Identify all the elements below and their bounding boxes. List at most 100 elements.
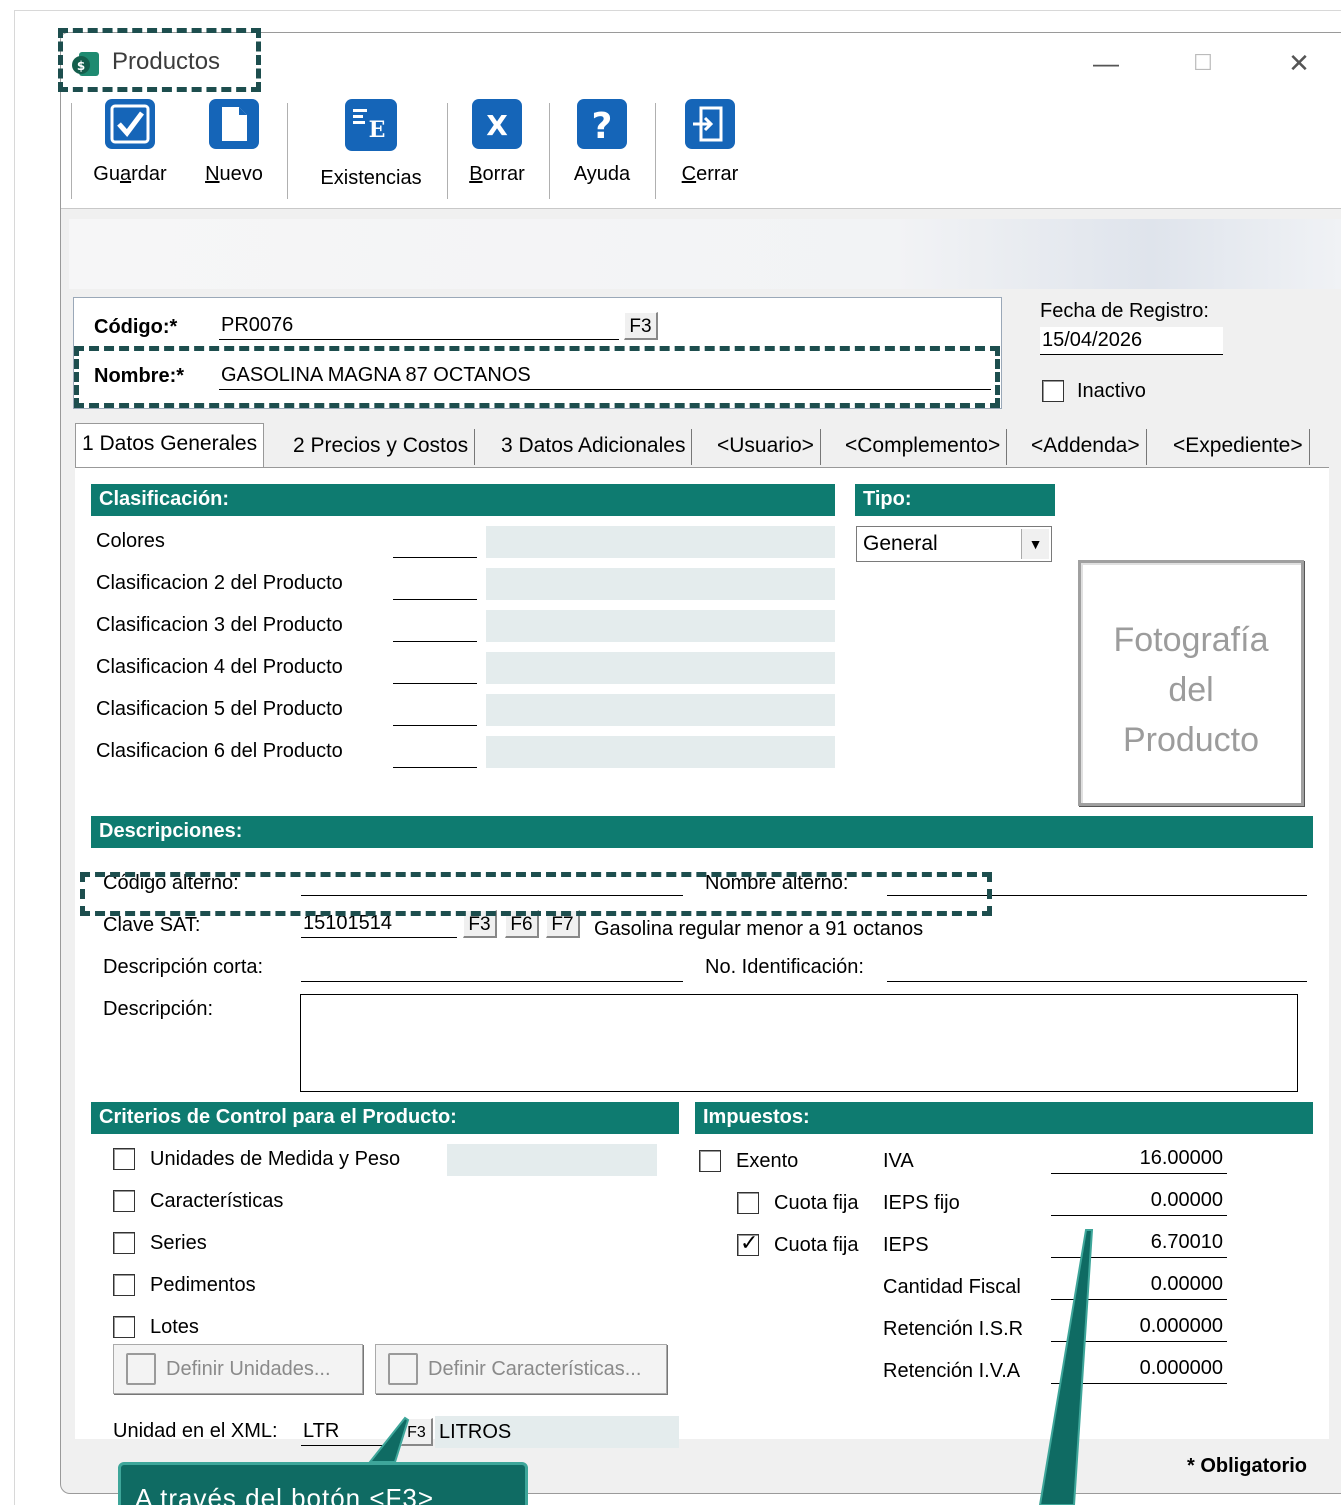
codigo-input[interactable]: PR0076 [219, 312, 619, 340]
productos-window: $ Productos — ☐ ✕ Guardar Nuevo E Existe… [60, 32, 1341, 1494]
obligatorio-note: * Obligatorio [1187, 1455, 1307, 1477]
clasificacion-label-4: Clasificacion 4 del Producto [96, 656, 343, 678]
clasificacion-label-1: Colores [96, 530, 165, 552]
codigo-label: Código:* [94, 316, 178, 338]
tipo-select[interactable]: General ▼ [856, 526, 1052, 562]
unidad-xml-description: LITROS [435, 1416, 679, 1448]
definir-unidades-button[interactable]: Definir Unidades... [113, 1344, 363, 1394]
clasificacion-input-3[interactable] [393, 610, 477, 642]
clasificacion-input-1[interactable] [393, 526, 477, 558]
cerrar-button[interactable]: Cerrar [665, 93, 755, 189]
clave-sat-input[interactable]: 15101514 [301, 910, 457, 938]
clave-sat-f3-button[interactable]: F3 [463, 910, 497, 938]
tab-usuario[interactable]: <Usuario> [711, 429, 821, 465]
svg-text:$: $ [77, 59, 85, 73]
ieps-input[interactable]: 6.70010 [1051, 1228, 1227, 1258]
unidades-desc [447, 1144, 657, 1176]
delete-x-icon: X [472, 99, 522, 149]
clave-sat-description: Gasolina regular menor a 91 octanos [594, 918, 924, 940]
cuota-fija-ieps-fijo-checkbox[interactable] [737, 1192, 759, 1214]
existencias-icon: E [345, 99, 397, 151]
inactivo-checkbox[interactable] [1042, 380, 1064, 402]
check-icon [105, 99, 155, 149]
chevron-down-icon: ▼ [1021, 529, 1049, 559]
nombre-alterno-input[interactable] [887, 864, 1307, 896]
caracteristicas-checkbox[interactable] [113, 1190, 135, 1212]
retencion-isr-input[interactable]: 0.000000 [1051, 1312, 1227, 1342]
new-document-icon [209, 99, 259, 149]
info-band [69, 219, 1341, 289]
clasificacion-header: Clasificación: [91, 484, 835, 516]
datos-generales-page: Clasificación: Colores Clasificacion 2 d… [75, 467, 1329, 1448]
definir-caracteristicas-button[interactable]: Definir Características... [375, 1344, 667, 1394]
iva-label: IVA [883, 1150, 914, 1172]
clasificacion-input-2[interactable] [393, 568, 477, 600]
pedimentos-checkbox[interactable] [113, 1274, 135, 1296]
clasificacion-input-6[interactable] [393, 736, 477, 768]
no-identificacion-label: No. Identificación: [705, 956, 864, 978]
clasificacion-input-5[interactable] [393, 694, 477, 726]
svg-text:X: X [486, 109, 508, 142]
clave-sat-f7-button[interactable]: F7 [546, 910, 580, 938]
ayuda-button[interactable]: ? Ayuda [559, 93, 645, 189]
ieps-fijo-input[interactable]: 0.00000 [1051, 1186, 1227, 1216]
characteristics-icon [388, 1353, 418, 1385]
criterios-header: Criterios de Control para el Producto: [91, 1102, 679, 1134]
clasificacion-input-4[interactable] [393, 652, 477, 684]
tab-addenda[interactable]: <Addenda> [1025, 429, 1147, 465]
minimize-button[interactable]: — [1086, 45, 1126, 81]
exit-door-icon [685, 99, 735, 149]
tab-datos-adicionales[interactable]: 3 Datos Adicionales [495, 429, 693, 465]
maximize-button[interactable]: ☐ [1183, 45, 1223, 81]
ieps-fijo-label: IEPS fijo [883, 1192, 960, 1214]
cuota-fija-label-1: Cuota fija [774, 1192, 859, 1214]
unidades-checkbox[interactable] [113, 1148, 135, 1170]
window-title: Productos [112, 48, 221, 75]
retencion-iva-label: Retención I.V.A [883, 1360, 1021, 1382]
fecha-registro-input[interactable]: 15/04/2026 [1040, 327, 1223, 355]
tab-precios-costos[interactable]: 2 Precios y Costos [287, 429, 476, 465]
retencion-iva-input[interactable]: 0.000000 [1051, 1354, 1227, 1384]
no-identificacion-input[interactable] [887, 950, 1307, 982]
iva-input[interactable]: 16.00000 [1051, 1144, 1227, 1174]
cantidad-fiscal-input[interactable]: 0.00000 [1051, 1270, 1227, 1300]
retencion-isr-label: Retención I.S.R [883, 1318, 1024, 1340]
descripcion-textarea[interactable] [300, 994, 1298, 1092]
tab-datos-generales[interactable]: 1 Datos Generales [75, 423, 265, 467]
cantidad-fiscal-label: Cantidad Fiscal [883, 1276, 1021, 1298]
nombre-input[interactable]: GASOLINA MAGNA 87 OCTANOS [219, 362, 991, 390]
codigo-alterno-input[interactable] [301, 864, 683, 896]
cuota-fija-ieps-checkbox[interactable]: ✓ [737, 1230, 759, 1256]
ieps-label: IEPS [883, 1234, 929, 1256]
series-label: Series [150, 1232, 207, 1254]
codigo-alterno-label: Código alterno: [103, 872, 239, 894]
caracteristicas-label: Características [150, 1190, 284, 1212]
descripcion-corta-input[interactable] [301, 950, 683, 982]
unidad-xml-input[interactable]: LTR [301, 1418, 397, 1446]
clasificacion-label-5: Clasificacion 5 del Producto [96, 698, 343, 720]
lotes-checkbox[interactable] [113, 1316, 135, 1338]
guardar-button[interactable]: Guardar [81, 93, 179, 189]
product-photo[interactable]: Fotografía del Producto [1078, 560, 1304, 806]
pedimentos-label: Pedimentos [150, 1274, 256, 1296]
tab-complemento[interactable]: <Complemento> [839, 429, 1008, 465]
title-bar: $ Productos — ☐ ✕ [61, 33, 1341, 93]
clave-sat-f6-button[interactable]: F6 [505, 910, 539, 938]
lotes-label: Lotes [150, 1316, 199, 1338]
borrar-button[interactable]: X Borrar [457, 93, 537, 189]
series-checkbox[interactable] [113, 1232, 135, 1254]
inactivo-label: Inactivo [1077, 380, 1146, 402]
codigo-f3-button[interactable]: F3 [624, 312, 658, 340]
close-button[interactable]: ✕ [1279, 45, 1319, 81]
nuevo-button[interactable]: Nuevo [189, 93, 279, 189]
unidad-xml-f3-button[interactable]: F3 [401, 1418, 433, 1446]
clave-sat-label: Clave SAT: [103, 914, 201, 936]
exento-checkbox[interactable] [699, 1150, 721, 1172]
clasificacion-desc-4 [486, 652, 835, 684]
toolbar: Guardar Nuevo E Existencias X Borrar ? A… [61, 93, 1341, 209]
f3-callout: A través del botón <F3> [118, 1462, 528, 1505]
svg-text:?: ? [592, 106, 613, 147]
existencias-button[interactable]: E Existencias [301, 93, 441, 189]
checkmark-icon: ✓ [740, 1230, 759, 1255]
tab-expediente[interactable]: <Expediente> [1167, 429, 1310, 465]
